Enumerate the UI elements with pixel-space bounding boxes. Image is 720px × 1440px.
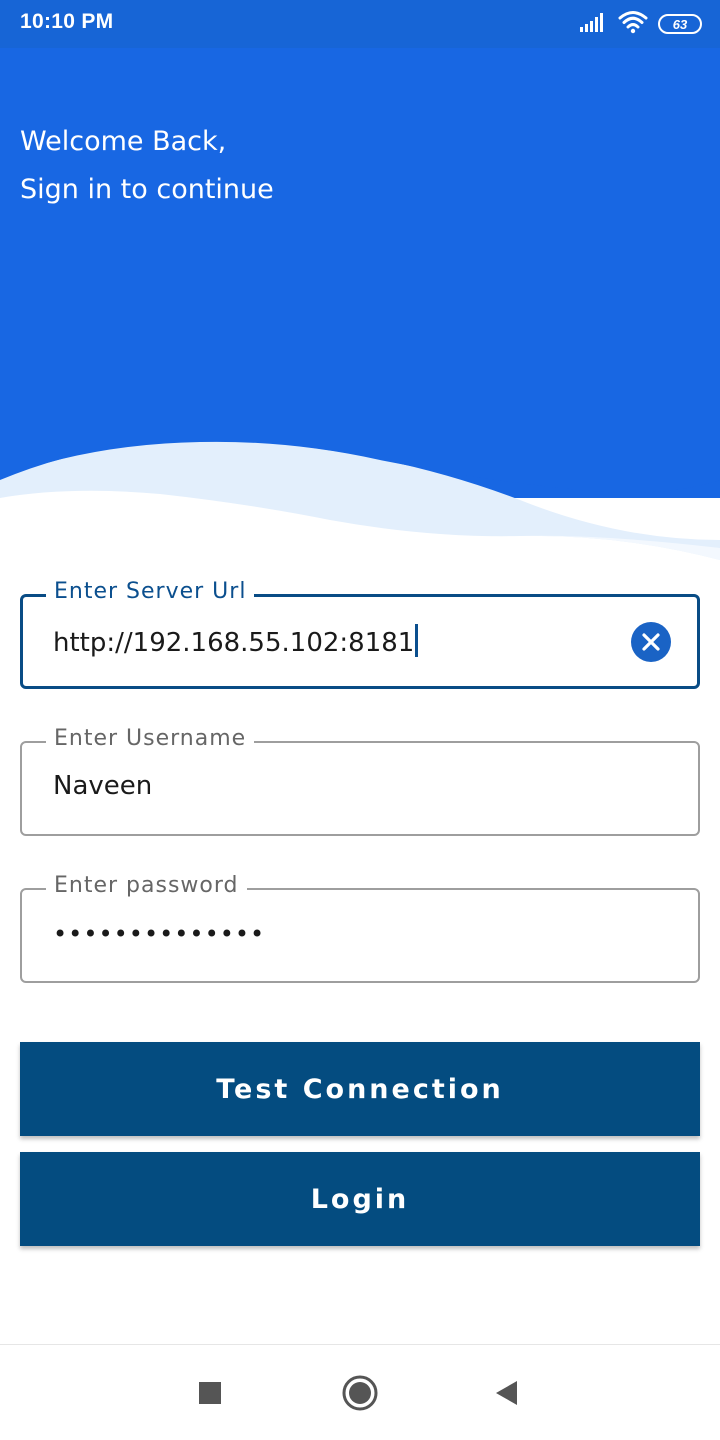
wifi-icon — [618, 10, 648, 38]
server-url-input[interactable]: http://192.168.55.102:8181 — [53, 624, 419, 658]
system-navigation-bar — [0, 1344, 720, 1440]
welcome-heading: Welcome Back, — [20, 126, 227, 157]
back-triangle-icon[interactable] — [484, 1371, 528, 1415]
header-wave — [0, 420, 720, 560]
login-button[interactable]: Login — [20, 1152, 700, 1246]
home-circle-icon[interactable] — [338, 1371, 382, 1415]
username-label: Enter Username — [46, 726, 255, 751]
test-connection-button[interactable]: Test Connection — [20, 1042, 700, 1136]
server-url-value: http://192.168.55.102:8181 — [53, 628, 415, 658]
username-input[interactable]: Naveen — [53, 771, 152, 801]
login-screen: 10:10 PM 63 Welcome Back, Sign in to con… — [0, 0, 720, 1440]
status-time: 10:10 PM — [20, 10, 114, 33]
welcome-text: Welcome Back, Sign in to continue — [20, 118, 274, 214]
password-input[interactable]: •••••••••••••• — [53, 920, 265, 948]
signal-icon — [580, 12, 608, 36]
server-url-label: Enter Server Url — [46, 579, 255, 604]
clear-icon[interactable] — [631, 622, 671, 662]
username-field[interactable]: Enter Username Naveen — [20, 726, 700, 836]
recents-square-icon[interactable] — [188, 1371, 232, 1415]
status-icons: 63 — [580, 10, 702, 38]
password-label: Enter password — [46, 873, 247, 898]
battery-level: 63 — [672, 16, 688, 32]
text-caret — [415, 624, 419, 657]
server-url-field[interactable]: Enter Server Url http://192.168.55.102:8… — [20, 579, 700, 689]
status-bar: 10:10 PM 63 — [0, 0, 720, 48]
password-field[interactable]: Enter password •••••••••••••• — [20, 873, 700, 983]
battery-icon: 63 — [658, 14, 702, 34]
welcome-subtitle: Sign in to continue — [20, 174, 274, 205]
